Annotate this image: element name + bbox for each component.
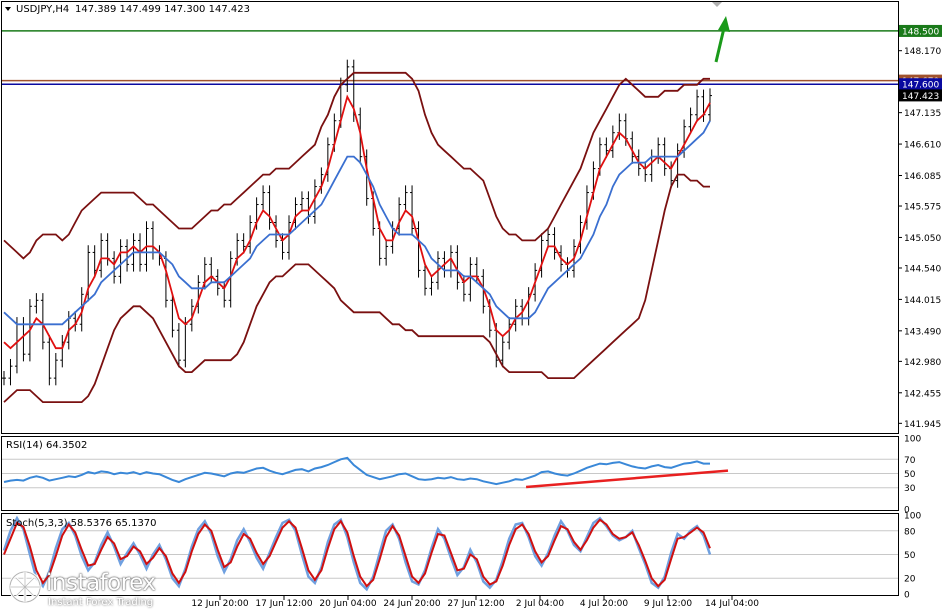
rsi-y-tick-label: 70 <box>904 456 916 466</box>
x-tick-label: 24 Jun 20:00 <box>383 599 440 609</box>
main-panel-frame <box>1 1 899 434</box>
y-tick-label: 143.490 <box>904 327 941 337</box>
y-tick-label: 145.575 <box>904 203 941 213</box>
x-tick-label: 17 Jun 12:00 <box>255 599 312 609</box>
y-tick-label: 142.980 <box>904 358 941 368</box>
rsi-y-tick-label: 30 <box>904 484 916 494</box>
watermark-brand: instaforex <box>46 570 156 596</box>
level-tag-label: 147.600 <box>902 81 939 91</box>
stoch-y-tick-label: 20 <box>904 575 916 585</box>
ohlc-header: 147.389 147.499 147.300 147.423 <box>75 4 250 15</box>
x-tick-label: 14 Jul 04:00 <box>705 599 759 609</box>
x-tick-label: 9 Jul 12:00 <box>644 599 693 609</box>
symbol-header: USDJPY,H4 <box>16 4 69 15</box>
y-tick-label: 146.085 <box>904 172 941 182</box>
stoch-y-tick-label: 80 <box>904 527 916 537</box>
y-tick-label: 146.610 <box>904 141 941 151</box>
stoch-y-tick-label: 0 <box>904 591 910 601</box>
rsi-y-tick-label: 100 <box>904 435 921 445</box>
y-tick-label: 142.455 <box>904 389 941 399</box>
stoch-y-tick-label: 50 <box>904 551 916 561</box>
level-tag-label: 147.423 <box>902 92 939 102</box>
y-tick-label: 147.135 <box>904 109 941 119</box>
chart-canvas[interactable]: 148.500147.670147.600147.423 148.170147.… <box>0 0 944 612</box>
x-tick-label: 2 Jul 04:00 <box>516 599 565 609</box>
y-tick-label: 145.050 <box>904 234 941 244</box>
stoch-label: Stoch(5,3,3) 58.5376 65.1370 <box>6 518 157 529</box>
stoch-y-tick-label: 100 <box>904 512 921 522</box>
y-tick-label: 141.945 <box>904 420 941 430</box>
y-tick-label: 144.015 <box>904 296 941 306</box>
x-tick-label: 20 Jun 04:00 <box>319 599 376 609</box>
trading-chart[interactable]: 148.500147.670147.600147.423 148.170147.… <box>0 0 944 612</box>
x-tick-label: 27 Jun 12:00 <box>447 599 504 609</box>
watermark-tagline: Instant Forex Trading <box>48 597 154 608</box>
level-tag-label: 148.500 <box>902 27 939 37</box>
rsi-label: RSI(14) 64.3502 <box>6 440 87 451</box>
watermark: instaforex Instant Forex Trading <box>6 568 186 612</box>
y-tick-label: 144.540 <box>904 264 941 274</box>
instaforex-logo-icon <box>8 570 42 604</box>
rsi-y-tick-label: 50 <box>904 470 916 480</box>
x-tick-label: 4 Jul 20:00 <box>580 599 629 609</box>
y-tick-label: 148.170 <box>904 47 941 57</box>
x-tick-label: 12 Jun 20:00 <box>191 599 248 609</box>
